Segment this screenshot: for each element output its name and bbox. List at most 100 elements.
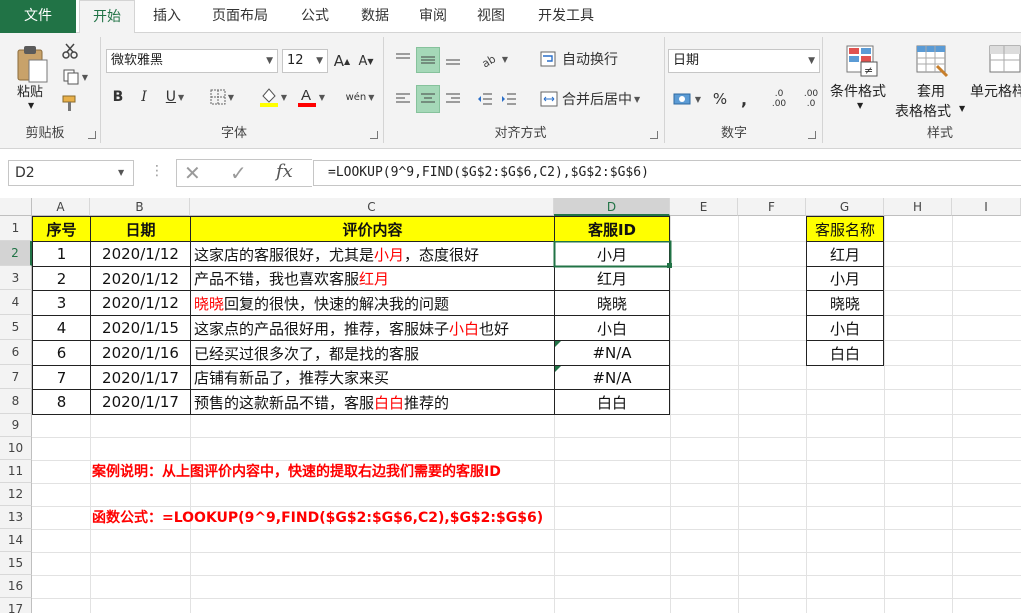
- cell-styles-button[interactable]: [988, 41, 1021, 81]
- cell-no[interactable]: 6: [33, 341, 90, 365]
- tab-insert[interactable]: 插入: [140, 0, 194, 33]
- cell-review[interactable]: 这家点的产品很好用，推荐，客服妹子 小白 也好: [191, 316, 554, 340]
- wrap-text-button[interactable]: 自动换行: [540, 47, 650, 71]
- paint-bucket-icon: [259, 88, 278, 107]
- cell-date[interactable]: 2020/1/16: [91, 341, 190, 365]
- list-item[interactable]: 小白: [807, 316, 883, 340]
- cell-date[interactable]: 2020/1/12: [91, 267, 190, 290]
- tab-view[interactable]: 视图: [464, 0, 518, 33]
- tab-file[interactable]: 文件: [0, 0, 76, 33]
- align-top-button[interactable]: [392, 47, 414, 71]
- cell-no[interactable]: 1: [33, 242, 90, 266]
- list-item[interactable]: 小月: [807, 267, 883, 290]
- cell-agent-id[interactable]: 红月: [555, 267, 669, 290]
- cell-date[interactable]: 2020/1/12: [91, 291, 190, 315]
- confirm-icon[interactable]: ✓: [230, 161, 247, 185]
- comma-button[interactable]: ,: [736, 87, 752, 111]
- align-middle-button[interactable]: [416, 47, 440, 73]
- underline-button[interactable]: U ▼: [158, 85, 192, 109]
- percent-button[interactable]: %: [710, 87, 730, 111]
- number-format-select[interactable]: 日期 ▼: [668, 49, 820, 73]
- cell-agent-id[interactable]: 小月: [556, 243, 668, 265]
- cell-review[interactable]: 预售的这款新品不错，客服 白白 推荐的: [191, 390, 554, 414]
- format-as-table-button[interactable]: [910, 41, 954, 81]
- copy-icon[interactable]: ▼: [60, 67, 90, 87]
- name-box[interactable]: D2: [8, 160, 134, 186]
- header-no[interactable]: 序号: [33, 217, 90, 241]
- increase-decimal-button[interactable]: .0.00: [764, 85, 794, 113]
- conditional-format-icon: ≠: [846, 45, 878, 77]
- formula-input[interactable]: =LOOKUP(9^9,FIND($G$2:$G$6,C2),$G$2:$G$6…: [313, 160, 1021, 186]
- font-name-select[interactable]: 微软雅黑 ▼: [106, 49, 278, 73]
- paste-dropdown-icon[interactable]: ▼: [28, 101, 34, 110]
- align-left-button[interactable]: [392, 87, 414, 111]
- format-painter-icon[interactable]: [60, 93, 80, 113]
- cell-review[interactable]: 产品不错，我也喜欢客服 红月: [191, 267, 554, 290]
- font-color-button[interactable]: A ▼: [294, 83, 328, 111]
- tab-developer[interactable]: 开发工具: [526, 0, 606, 33]
- bold-button[interactable]: B: [108, 85, 128, 109]
- cell-no[interactable]: 8: [33, 390, 90, 414]
- cell-date[interactable]: 2020/1/17: [91, 390, 190, 414]
- cell-date[interactable]: 2020/1/15: [91, 316, 190, 340]
- number-launcher-icon[interactable]: [808, 131, 816, 139]
- cut-icon[interactable]: [60, 41, 80, 61]
- cell-date[interactable]: 2020/1/17: [91, 366, 190, 389]
- cell-agent-id[interactable]: 白白: [555, 390, 669, 414]
- italic-button[interactable]: I: [134, 85, 154, 109]
- tab-page-layout[interactable]: 页面布局: [200, 0, 280, 33]
- cell-no[interactable]: 7: [33, 366, 90, 389]
- grow-font-button[interactable]: A ▲: [332, 49, 352, 73]
- tab-review[interactable]: 审阅: [406, 0, 460, 33]
- decrease-indent-button[interactable]: [474, 87, 496, 111]
- borders-button[interactable]: ▼: [202, 85, 242, 109]
- header-review[interactable]: 评价内容: [191, 217, 554, 241]
- header-date[interactable]: 日期: [91, 217, 190, 241]
- decrease-indent-icon: [478, 93, 492, 105]
- align-bottom-button[interactable]: [442, 47, 464, 71]
- svg-text:A: A: [301, 87, 311, 104]
- cell-agent-id[interactable]: 晓晓: [555, 291, 669, 315]
- chevron-down-icon[interactable]: ▼: [118, 160, 124, 186]
- align-left-icon: [396, 93, 410, 103]
- cell-no[interactable]: 2: [33, 267, 90, 290]
- cell-date[interactable]: 2020/1/12: [91, 242, 190, 266]
- orientation-button[interactable]: ab ▼: [474, 47, 514, 71]
- cell-styles-icon: [989, 45, 1021, 73]
- cell-review[interactable]: 已经买过很多次了，都是找的客服: [191, 341, 554, 365]
- align-right-button[interactable]: [442, 87, 464, 111]
- tab-data[interactable]: 数据: [348, 0, 402, 33]
- insert-function-icon[interactable]: fx: [276, 161, 293, 182]
- clipboard-launcher-icon[interactable]: [88, 131, 96, 139]
- phonetic-button[interactable]: wén ▼: [340, 83, 380, 111]
- tab-formulas[interactable]: 公式: [288, 0, 342, 33]
- fill-color-button[interactable]: ▼: [254, 83, 292, 111]
- cell-review[interactable]: 这家店的客服很好，尤其是 小月 ，态度很好: [191, 242, 554, 266]
- cell-agent-id[interactable]: 小白: [555, 316, 669, 340]
- accounting-format-button[interactable]: ▼: [668, 87, 706, 111]
- merge-center-button[interactable]: 合并后居中 ▼: [540, 87, 660, 111]
- number-group-label: 数字: [720, 126, 747, 141]
- cell-agent-id[interactable]: #N/A: [555, 366, 669, 389]
- font-size-select[interactable]: 12 ▼: [282, 49, 328, 73]
- tab-home[interactable]: 开始: [79, 0, 135, 34]
- list-item[interactable]: 白白: [807, 341, 883, 365]
- font-launcher-icon[interactable]: [370, 131, 378, 139]
- cell-agent-id[interactable]: #N/A: [555, 341, 669, 365]
- header-agent-name[interactable]: 客服名称: [807, 217, 883, 241]
- alignment-launcher-icon[interactable]: [650, 131, 658, 139]
- conditional-format-button[interactable]: ≠: [840, 41, 884, 81]
- merge-cells-icon: [540, 91, 558, 107]
- header-agent-id[interactable]: 客服ID: [555, 217, 669, 241]
- list-item[interactable]: 红月: [807, 242, 883, 266]
- cell-review[interactable]: 晓晓 回复的很快，快速的解决我的问题: [191, 291, 554, 315]
- list-item[interactable]: 晓晓: [807, 291, 883, 315]
- svg-text:ab: ab: [480, 52, 498, 67]
- increase-indent-button[interactable]: [498, 87, 520, 111]
- cell-review[interactable]: 店铺有新品了，推荐大家来买: [191, 366, 554, 389]
- cell-no[interactable]: 3: [33, 291, 90, 315]
- shrink-font-button[interactable]: A ▼: [356, 49, 376, 73]
- cancel-icon[interactable]: ✕: [184, 161, 201, 185]
- cell-no[interactable]: 4: [33, 316, 90, 340]
- align-center-button[interactable]: [416, 85, 440, 113]
